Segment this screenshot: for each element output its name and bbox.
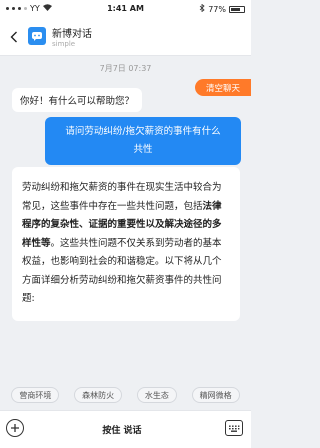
status-right: 77%: [199, 3, 245, 14]
keyboard-icon: [229, 425, 240, 432]
chat-bot-icon: [32, 32, 42, 41]
plus-circle-icon: [11, 424, 19, 432]
quick-topic-chips: 营商环境 森林防火 水生态 精网微格: [0, 387, 251, 407]
keyboard-button[interactable]: [225, 420, 243, 436]
battery-icon: [229, 5, 245, 13]
topic-chip[interactable]: 水生态: [136, 387, 177, 403]
bluetooth-icon: [199, 3, 205, 14]
topic-chip[interactable]: 精网微格: [191, 387, 240, 403]
message-timestamp: 7月7日 07:37: [99, 64, 152, 73]
user-message-bubble: 请问劳动纠纷/拖欠薪资的事件有什么 共性: [45, 117, 241, 165]
topic-chip[interactable]: 营商环境: [11, 387, 60, 403]
page-subtitle: simple: [52, 40, 76, 48]
answer-text: 劳动纠纷和拖欠薪资的事件在现实生活中较合为常见，这些事件中存在一些共性问题，包括: [22, 182, 222, 212]
battery-percent: 77%: [208, 4, 226, 14]
back-button[interactable]: [6, 27, 22, 47]
user-message-line: 请问劳动纠纷/拖欠薪资的事件有什么: [65, 126, 221, 137]
hold-to-talk-button[interactable]: 按住 说话: [52, 418, 192, 440]
chevron-left-icon: [10, 31, 17, 43]
chat-screen: YY 1:41 AM 77% 新博对话 simple 7月7日 07:37 清空…: [0, 0, 251, 448]
avatar: [28, 27, 46, 45]
battery-fill: [231, 7, 241, 11]
input-bar: 按住 说话: [0, 410, 251, 448]
user-message-line: 共性: [133, 144, 153, 155]
bot-answer-bubble: 劳动纠纷和拖欠薪资的事件在现实生活中较合为常见，这些事件中存在一些共性问题，包括…: [12, 167, 240, 321]
chat-header: 新博对话 simple: [0, 18, 251, 56]
page-title: 新博对话: [52, 29, 92, 40]
topic-chip[interactable]: 森林防火: [74, 387, 123, 403]
bot-greeting-bubble: 你好！有什么可以帮助您？: [12, 88, 143, 112]
add-button[interactable]: [6, 419, 24, 437]
status-bar: YY 1:41 AM 77%: [0, 0, 251, 18]
answer-text: 。这些共性问题不仅关系到劳动者的基本权益，也影响到社会的和谐稳定。以下将从几个方…: [22, 237, 222, 305]
clear-chat-button[interactable]: 清空聊天: [195, 79, 251, 96]
